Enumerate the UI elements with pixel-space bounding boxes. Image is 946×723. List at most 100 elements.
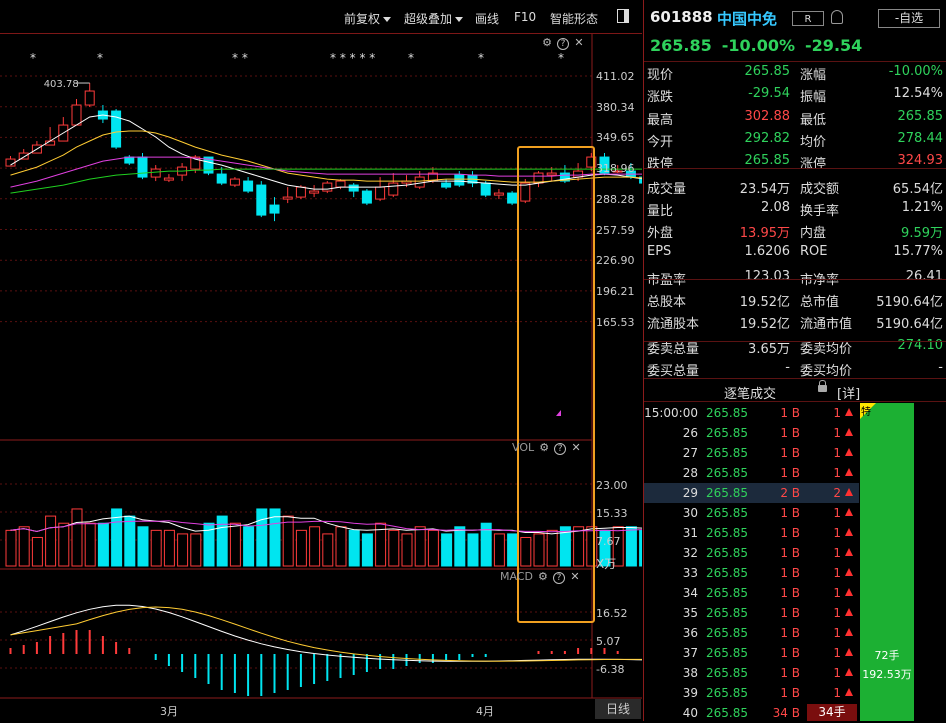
quote-row: 量比 2.08 换手率 1.21% <box>644 200 946 222</box>
margin-badge: R <box>792 11 824 26</box>
large-order-amount: 192.53万 <box>862 668 912 681</box>
candle-up <box>84 90 95 106</box>
tick-count: 1 <box>833 626 841 640</box>
tick-time: 31 <box>682 526 698 540</box>
candle-up <box>150 168 161 178</box>
quote-value: 5190.64亿 <box>876 317 943 333</box>
quote-row: 外盘 13.95万 内盘 9.59万 <box>644 222 946 244</box>
tick-price: 265.85 <box>706 546 748 560</box>
candle-up <box>322 182 333 192</box>
tick-volume: 1 B <box>780 546 800 560</box>
sub-axis-tick: 5.07 <box>596 635 621 648</box>
period-button[interactable]: 日线 <box>595 699 641 719</box>
candle-down <box>361 190 372 204</box>
gear-icon[interactable]: ⚙ <box>537 571 549 583</box>
quote-label: 跌停 <box>647 157 674 173</box>
vol-unit: X万 <box>596 557 617 571</box>
close-icon[interactable]: ✕ <box>573 37 585 49</box>
tick-time: 37 <box>682 646 698 660</box>
kline-chart[interactable]: 403.78 * * * * * * * * * * * * <box>0 0 642 721</box>
ma-line <box>10 114 642 190</box>
price-pct: -10.00% <box>721 36 796 55</box>
lock-icon[interactable] <box>818 380 827 392</box>
tick-count: 1 <box>833 406 841 420</box>
quote-value: 274.10 <box>897 337 944 353</box>
quote-value: 15.77% <box>893 244 943 260</box>
stock-name[interactable]: 中国中免 <box>717 8 777 29</box>
tick-row[interactable]: 27 265.85 1 B 1 <box>644 443 859 463</box>
tick-row[interactable]: 36 265.85 1 B 1 <box>644 623 859 643</box>
volume-bar-down <box>639 529 642 567</box>
volume-bar-up <box>58 522 70 567</box>
tick-row[interactable]: 34 265.85 1 B 1 <box>644 583 859 603</box>
tick-row[interactable]: 31 265.85 1 B 1 <box>644 523 859 543</box>
tick-row[interactable]: 15:00:00 265.85 1 B 1 <box>644 403 859 423</box>
tick-time: 34 <box>682 586 698 600</box>
quote-value: 13.95万 <box>739 226 790 242</box>
tick-volume: 1 B <box>780 446 800 460</box>
tick-volume: 1 B <box>780 566 800 580</box>
quote-label: 总股本 <box>647 295 687 310</box>
tick-volume: 34 B <box>772 706 800 720</box>
help-icon[interactable]: ? <box>554 443 567 455</box>
quote-value: 278.44 <box>897 130 944 146</box>
tick-time: 40 <box>682 706 698 720</box>
quote-label: 涨幅 <box>800 68 827 83</box>
close-icon[interactable]: ✕ <box>569 571 581 583</box>
quote-value: 292.82 <box>744 130 791 146</box>
sub-axis-tick: 15.33 <box>596 507 628 520</box>
watchlist-button[interactable]: -自选 <box>878 9 940 28</box>
arrow-up-icon <box>845 428 853 436</box>
price-axis-tick: 226.90 <box>596 254 635 268</box>
tick-row[interactable]: 39 265.85 1 B 1 <box>644 683 859 703</box>
tick-row[interactable]: 35 265.85 1 B 1 <box>644 603 859 623</box>
tick-volume: 1 B <box>780 506 800 520</box>
volume-bar-down <box>348 529 360 567</box>
gear-icon[interactable]: ⚙ <box>541 37 553 49</box>
tick-count: 2 <box>833 486 841 500</box>
gear-icon[interactable]: ⚙ <box>538 442 550 454</box>
volume-bar-down <box>97 522 109 567</box>
close-icon[interactable]: ✕ <box>570 442 582 454</box>
volume-bar-down <box>361 533 373 567</box>
arrow-up-icon <box>845 608 853 616</box>
candle-down <box>348 184 359 192</box>
tick-price: 265.85 <box>706 446 748 460</box>
help-icon[interactable]: ? <box>552 572 565 584</box>
volume-bar-down <box>137 526 149 567</box>
candle-up <box>388 182 399 196</box>
volume-bar-up <box>533 533 545 567</box>
tick-price: 265.85 <box>706 566 748 580</box>
quote-label: 涨跌 <box>647 90 674 106</box>
tick-row[interactable]: 33 265.85 1 B 1 <box>644 563 859 583</box>
tick-time: 36 <box>682 626 698 640</box>
detail-link[interactable]: [详] <box>837 383 860 402</box>
candle-up <box>282 196 293 200</box>
tick-price: 265.85 <box>706 506 748 520</box>
tick-row[interactable]: 28 265.85 1 B 1 <box>644 463 859 483</box>
stock-code: 601888 <box>650 8 713 26</box>
tick-row[interactable]: 38 265.85 1 B 1 <box>644 663 859 683</box>
volume-bar-up <box>573 526 585 567</box>
x-label-april: 4月 <box>476 705 494 718</box>
tick-row[interactable]: 29 265.85 2 B 2 <box>644 483 859 503</box>
tick-row[interactable]: 26 265.85 1 B 1 <box>644 423 859 443</box>
vol-controls: VOL ⚙? ✕ <box>512 441 582 455</box>
bell-icon[interactable] <box>831 10 843 24</box>
tick-volume: 1 B <box>780 666 800 680</box>
tick-row[interactable]: 37 265.85 1 B 1 <box>644 643 859 663</box>
quote-label: 换手率 <box>800 203 840 219</box>
tick-row[interactable]: 32 265.85 1 B 1 <box>644 543 859 563</box>
volume-bar-up <box>401 533 413 567</box>
quote-value: 265.85 <box>897 108 944 124</box>
tick-row[interactable]: 30 265.85 1 B 1 <box>644 503 859 523</box>
arrow-up-icon <box>845 668 853 676</box>
sub-axis-tick: 16.52 <box>596 607 628 620</box>
volume-bar-up <box>177 533 189 567</box>
quote-row: 今开 292.82 均价 278.44 <box>644 131 946 153</box>
tick-count: 1 <box>833 466 841 480</box>
arrow-up-icon <box>845 568 853 576</box>
help-icon[interactable]: ? <box>557 38 569 50</box>
quote-label: 流通股本 <box>647 317 700 333</box>
divider <box>644 168 946 169</box>
